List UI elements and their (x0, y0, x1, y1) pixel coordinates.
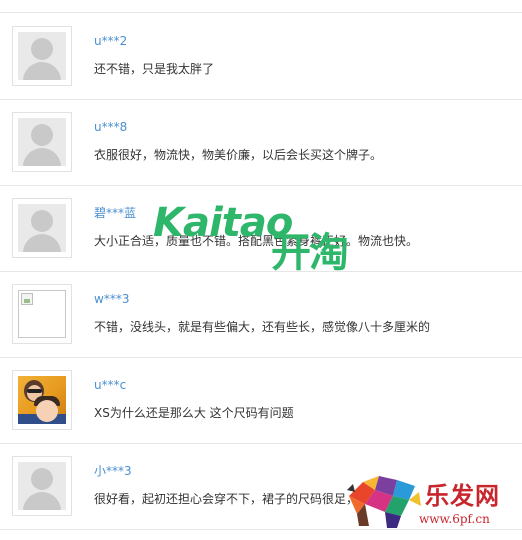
reviewer-name: u***8 (94, 120, 128, 134)
user-photo (18, 376, 66, 424)
review-text: 衣服很好，物流快，物美价廉，以后会长买这个牌子。 (94, 148, 383, 162)
review-item: w***3 不错，没线头，就是有些偏大，还有些长，感觉像八十多厘米的 (0, 272, 522, 358)
reviewer-name: u***2 (94, 34, 128, 48)
avatar[interactable] (12, 456, 72, 516)
default-avatar-icon (18, 32, 66, 80)
review-text: XS为什么还是那么大 这个尺码有问题 (94, 406, 294, 420)
reviewer-name: 小***3 (94, 464, 132, 478)
review-text: 还不错，只是我太胖了 (94, 62, 215, 76)
avatar[interactable] (12, 284, 72, 344)
review-item: u***2 还不错，只是我太胖了 (0, 14, 522, 100)
review-text: 很好看，起初还担心会穿不下，裙子的尺码很足， (94, 492, 359, 506)
review-text: 大小正合适，质量也不错。搭配黑色紧身裤正好。物流也快。 (94, 234, 419, 248)
reviewer-name: 碧***蓝 (94, 206, 137, 220)
review-item: 小***3 很好看，起初还担心会穿不下，裙子的尺码很足， (0, 444, 522, 530)
reviewer-name: w***3 (94, 292, 130, 306)
review-text: 不错，没线头，就是有些偏大，还有些长，感觉像八十多厘米的 (94, 320, 431, 334)
default-avatar-icon (18, 462, 66, 510)
default-avatar-icon (18, 204, 66, 252)
top-divider (0, 12, 522, 13)
review-item: u***c XS为什么还是那么大 这个尺码有问题 (0, 358, 522, 444)
avatar[interactable] (12, 370, 72, 430)
reviewer-name: u***c (94, 378, 127, 392)
broken-image-icon (18, 290, 66, 338)
default-avatar-icon (18, 118, 66, 166)
review-item: 碧***蓝 大小正合适，质量也不错。搭配黑色紧身裤正好。物流也快。 (0, 186, 522, 272)
avatar[interactable] (12, 26, 72, 86)
review-item: u***8 衣服很好，物流快，物美价廉，以后会长买这个牌子。 (0, 100, 522, 186)
avatar[interactable] (12, 198, 72, 258)
avatar[interactable] (12, 112, 72, 172)
